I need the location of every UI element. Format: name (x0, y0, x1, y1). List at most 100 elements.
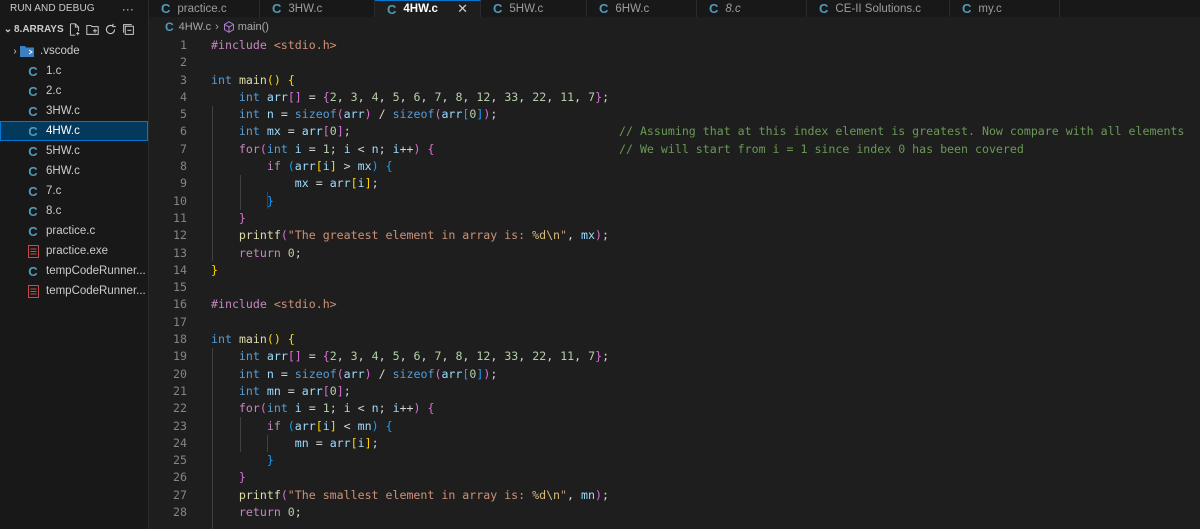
tab-5hw-c[interactable]: C 5HW.c (481, 0, 587, 17)
tree-item-file[interactable]: C 7.c (0, 181, 148, 201)
code-line[interactable]: 21 int mn = arr[0]; (149, 383, 1200, 400)
code-line[interactable]: 7 for(int i = 1; i < n; i++) {// We will… (149, 141, 1200, 158)
tab-label: 8.c (725, 2, 741, 15)
folder-header[interactable]: ⌄ 8.ARRAYS (0, 17, 148, 41)
tree-item-file[interactable]: C 3HW.c (0, 101, 148, 121)
code-line[interactable]: 26 } (149, 469, 1200, 486)
line-number: 9 (180, 176, 187, 191)
line-number: 5 (180, 107, 187, 122)
tree-item-file[interactable]: C 1.c (0, 61, 148, 81)
tab-3hw-c[interactable]: C 3HW.c (260, 0, 375, 17)
code-line[interactable]: 8 if (arr[i] > mx) { (149, 158, 1200, 175)
line-number: 12 (173, 228, 187, 243)
code-line[interactable]: 3 int main() { (149, 72, 1200, 89)
code-line[interactable]: 6 int mx = arr[0]; // Assuming that at th… (149, 123, 1200, 140)
code-line[interactable]: 13 return 0; (149, 245, 1200, 262)
code-line[interactable]: 18 int main() { (149, 331, 1200, 348)
code-line[interactable]: 9 mx = arr[i]; (149, 175, 1200, 192)
code-line[interactable]: 27 printf("The smallest element in array… (149, 487, 1200, 504)
tree-item-label: practice.exe (46, 245, 109, 257)
line-number: 6 (180, 124, 187, 139)
code-text: int mx = arr[0]; (238, 124, 351, 139)
tree-item-file[interactable]: C 8.c (0, 201, 148, 221)
tree-item-file-selected[interactable]: C 4HW.c (0, 121, 148, 141)
tree-item-label: 4HW.c (46, 125, 80, 137)
tree-item-file[interactable]: practice.exe (0, 241, 148, 261)
code-line[interactable]: 16 #include <stdio.h> (149, 296, 1200, 313)
code-line[interactable]: 24 mn = arr[i]; (149, 435, 1200, 452)
line-number: 14 (173, 262, 187, 277)
code-text: int arr[] = {2, 3, 4, 5, 6, 7, 8, 12, 33… (238, 349, 610, 364)
tree-item-label: tempCodeRunner... (46, 265, 146, 277)
chevron-right-icon: › (215, 21, 219, 33)
code-line[interactable]: 17 (149, 314, 1200, 331)
code-text: int main() { (211, 72, 295, 87)
breadcrumb-symbol[interactable]: main() (238, 21, 269, 33)
tab-practice-c[interactable]: Cpractice.c (149, 0, 260, 17)
new-file-icon[interactable] (68, 22, 81, 36)
tree-item-label: 1.c (46, 65, 62, 77)
code-editor[interactable]: 1 #include <stdio.h> 2 3 int main() {4 int a… (149, 37, 1200, 529)
code-text: printf("The smallest element in array is… (238, 487, 609, 502)
tree-item-label: tempCodeRunner... (46, 285, 146, 297)
tree-item-file[interactable]: C 6HW.c (0, 161, 148, 181)
tree-item-file[interactable]: C 2.c (0, 81, 148, 101)
tab-label: 3HW.c (288, 2, 323, 15)
tab-my-c[interactable]: Cmy.c (950, 0, 1060, 17)
line-number: 7 (180, 141, 187, 156)
tab-label: my.c (978, 2, 1002, 15)
code-text: if (arr[i] > mx) { (266, 159, 393, 174)
code-line[interactable]: 15 (149, 279, 1200, 296)
code-text: #include <stdio.h> (211, 38, 337, 52)
code-line[interactable]: 14} (149, 262, 1200, 279)
tab-6hw-c[interactable]: C 6HW.c (587, 0, 697, 17)
tab-4hw-c[interactable]: C 4HW.c ✕ (375, 0, 481, 17)
code-line[interactable]: 25 } (149, 452, 1200, 469)
tree-item-label: 3HW.c (46, 105, 80, 117)
refresh-icon[interactable] (104, 23, 117, 36)
code-text: int arr[] = {2, 3, 4, 5, 6, 7, 8, 12, 33… (238, 89, 610, 104)
tree-item-file[interactable]: tempCodeRunner... (0, 281, 148, 301)
code-line[interactable]: 11 } (149, 210, 1200, 227)
code-line[interactable]: 28 return 0; (149, 504, 1200, 521)
line-number: 20 (173, 366, 187, 381)
more-actions-icon[interactable]: ··· (122, 2, 134, 16)
code-line[interactable]: 2 (149, 54, 1200, 71)
tree-item-vscode[interactable]: › .vscode (0, 41, 148, 61)
chevron-right-icon[interactable]: › (10, 46, 20, 57)
code-text: } (211, 262, 218, 277)
code-line[interactable]: 23 if (arr[i] < mn) { (149, 418, 1200, 435)
c-file-icon: C (28, 123, 38, 139)
chevron-down-icon[interactable]: ⌄ (2, 24, 14, 35)
code-line[interactable]: 4 int arr[] = {2, 3, 4, 5, 6, 7, 8, 12, … (149, 89, 1200, 106)
code-text: return 0; (238, 505, 302, 520)
code-line[interactable]: 20 int n = sizeof(arr) / sizeof(arr[0]); (149, 366, 1200, 383)
line-number: 2 (180, 55, 187, 70)
code-line[interactable]: 10 } (149, 193, 1200, 210)
code-line[interactable]: 1 #include <stdio.h> (149, 37, 1200, 54)
line-number: 16 (173, 297, 187, 312)
c-file-icon: C (962, 1, 972, 16)
code-line[interactable]: 5 int n = sizeof(arr) / sizeof(arr[0]); (149, 106, 1200, 123)
code-line[interactable]: 22 for(int i = 1; i < n; i++) { (149, 400, 1200, 417)
tree-item-label: 5HW.c (46, 145, 80, 157)
line-number: 13 (173, 245, 187, 260)
folder-name: 8.ARRAYS (14, 23, 64, 35)
tree-item-file[interactable]: CtempCodeRunner... (0, 261, 148, 281)
code-line[interactable]: 12 printf("The greatest element in array… (149, 227, 1200, 244)
collapse-all-icon[interactable] (122, 23, 135, 36)
tab-8-c[interactable]: C 8.c (697, 0, 807, 17)
breadcrumb-file[interactable]: 4HW.c (179, 21, 211, 33)
code-line[interactable]: 19 int arr[] = {2, 3, 4, 5, 6, 7, 8, 12,… (149, 348, 1200, 365)
tree-item-label: .vscode (40, 45, 80, 57)
line-number: 18 (173, 332, 187, 347)
tree-item-file[interactable]: Cpractice.c (0, 221, 148, 241)
line-number: 22 (173, 401, 187, 416)
line-number: 1 (180, 38, 187, 52)
new-folder-icon[interactable] (85, 23, 99, 36)
tab-ce-ii-solutions-c[interactable]: C CE-II Solutions.c (807, 0, 950, 17)
close-icon[interactable]: ✕ (457, 1, 468, 17)
exe-file-icon (26, 244, 40, 258)
tree-item-label: 2.c (46, 85, 62, 97)
tree-item-file[interactable]: C 5HW.c (0, 141, 148, 161)
